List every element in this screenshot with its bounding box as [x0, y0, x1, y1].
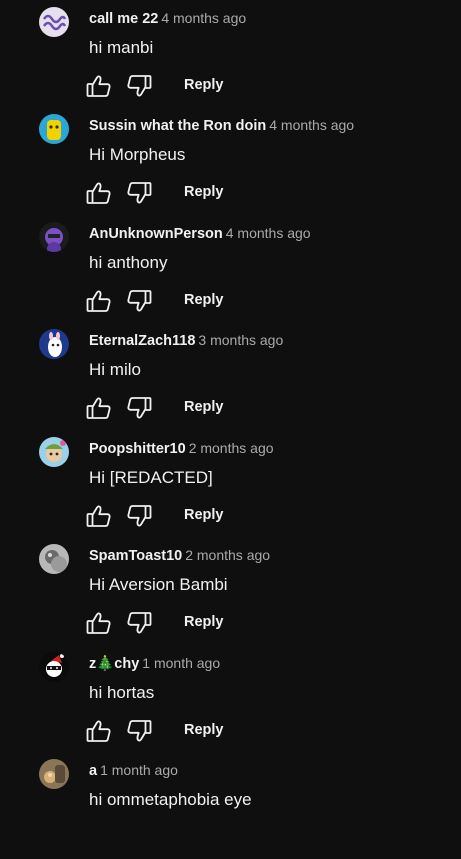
- comment-text: hi hortas: [89, 683, 155, 702]
- comment-actions: Reply: [84, 175, 284, 209]
- photo-avatar-icon[interactable]: [39, 759, 69, 789]
- reply-button[interactable]: Reply: [184, 398, 224, 416]
- comment-text: hi ommetaphobia eye: [89, 790, 252, 809]
- reply-button[interactable]: Reply: [184, 76, 224, 94]
- purple-character-avatar-icon[interactable]: [39, 222, 69, 252]
- comment-timestamp[interactable]: 2 months ago: [185, 547, 270, 563]
- cartoon-avatar-icon[interactable]: [39, 437, 69, 467]
- comment-item: AnUnknownPerson 4 months ago hi anthony R…: [0, 215, 461, 322]
- comment-timestamp[interactable]: 4 months ago: [161, 10, 246, 26]
- reply-button[interactable]: Reply: [184, 613, 224, 631]
- comment-actions: Reply: [84, 390, 284, 424]
- thumbs-down-icon[interactable]: [126, 719, 152, 743]
- comment-header: EternalZach118 3 months ago: [89, 330, 283, 351]
- thumbs-down-icon[interactable]: [126, 611, 152, 635]
- comment-item: Poopshitter10 2 months ago Hi [REDACTED] …: [0, 430, 461, 537]
- llama-avatar-icon[interactable]: [39, 329, 69, 359]
- comment-timestamp[interactable]: 1 month ago: [100, 762, 178, 778]
- thumbs-up-icon[interactable]: [86, 396, 112, 420]
- comment-item: call me 22 4 months ago hi manbi Reply: [0, 0, 461, 107]
- comment-text: hi anthony: [89, 253, 168, 272]
- gray-photo-avatar-icon[interactable]: [39, 544, 69, 574]
- comment-item: Sussin what the Ron doin 4 months ago Hi …: [0, 107, 461, 214]
- comment-header: SpamToast10 2 months ago: [89, 545, 270, 566]
- thumbs-down-icon[interactable]: [126, 74, 152, 98]
- reply-button[interactable]: Reply: [184, 291, 224, 309]
- comment-text: Hi milo: [89, 360, 141, 379]
- comment-header: a1 month ago: [89, 760, 178, 781]
- comment-header: call me 22 4 months ago: [89, 8, 246, 29]
- comment-timestamp[interactable]: 3 months ago: [198, 332, 283, 348]
- comment-author[interactable]: call me 22: [89, 11, 158, 27]
- comment-author[interactable]: a: [89, 763, 97, 779]
- comment-header: Sussin what the Ron doin 4 months ago: [89, 115, 354, 136]
- ninja-santa-avatar-icon[interactable]: [39, 652, 69, 682]
- comment-text: Hi Morpheus: [89, 145, 186, 164]
- comment-author[interactable]: SpamToast10: [89, 548, 182, 564]
- comment-timestamp[interactable]: 2 months ago: [189, 440, 274, 456]
- comment-timestamp[interactable]: 1 month ago: [142, 655, 220, 671]
- thumbs-up-icon[interactable]: [86, 181, 112, 205]
- comment-author[interactable]: Sussin what the Ron doin: [89, 118, 266, 134]
- yellow-character-avatar-icon[interactable]: [39, 114, 69, 144]
- comment-actions: Reply: [84, 68, 284, 102]
- comment-header: z🎄chy 1 month ago: [89, 653, 220, 674]
- thumbs-down-icon[interactable]: [126, 504, 152, 528]
- swirl-logo-avatar-icon[interactable]: [39, 7, 69, 37]
- thumbs-down-icon[interactable]: [126, 396, 152, 420]
- comment-author[interactable]: z🎄chy: [89, 656, 139, 672]
- thumbs-up-icon[interactable]: [86, 289, 112, 313]
- thumbs-up-icon[interactable]: [86, 719, 112, 743]
- comment-item: a1 month ago hi ommetaphobia eye: [0, 752, 461, 859]
- comment-text: hi manbi: [89, 38, 154, 57]
- comment-timestamp[interactable]: 4 months ago: [269, 117, 354, 133]
- thumbs-up-icon[interactable]: [86, 504, 112, 528]
- reply-button[interactable]: Reply: [184, 183, 224, 201]
- comment-timestamp[interactable]: 4 months ago: [226, 225, 311, 241]
- comment-text: Hi [REDACTED]: [89, 468, 213, 487]
- comment-actions: Reply: [84, 283, 284, 317]
- reply-button[interactable]: Reply: [184, 506, 224, 524]
- comment-author[interactable]: EternalZach118: [89, 333, 195, 349]
- comment-item: z🎄chy 1 month ago hi hortas Reply: [0, 645, 461, 752]
- comment-header: AnUnknownPerson 4 months ago: [89, 223, 311, 244]
- thumbs-down-icon[interactable]: [126, 181, 152, 205]
- thumbs-up-icon[interactable]: [86, 74, 112, 98]
- comment-actions: Reply: [84, 713, 284, 747]
- comment-actions: Reply: [84, 605, 284, 639]
- comment-author[interactable]: Poopshitter10: [89, 441, 186, 457]
- comment-item: SpamToast10 2 months ago Hi Aversion Bamb…: [0, 537, 461, 644]
- thumbs-up-icon[interactable]: [86, 611, 112, 635]
- reply-button[interactable]: Reply: [184, 721, 224, 739]
- comment-header: Poopshitter10 2 months ago: [89, 438, 274, 459]
- comment-actions: Reply: [84, 498, 284, 532]
- comment-item: EternalZach118 3 months ago Hi milo Reply: [0, 322, 461, 429]
- comment-text: Hi Aversion Bambi: [89, 575, 228, 594]
- thumbs-down-icon[interactable]: [126, 289, 152, 313]
- comment-author[interactable]: AnUnknownPerson: [89, 226, 223, 242]
